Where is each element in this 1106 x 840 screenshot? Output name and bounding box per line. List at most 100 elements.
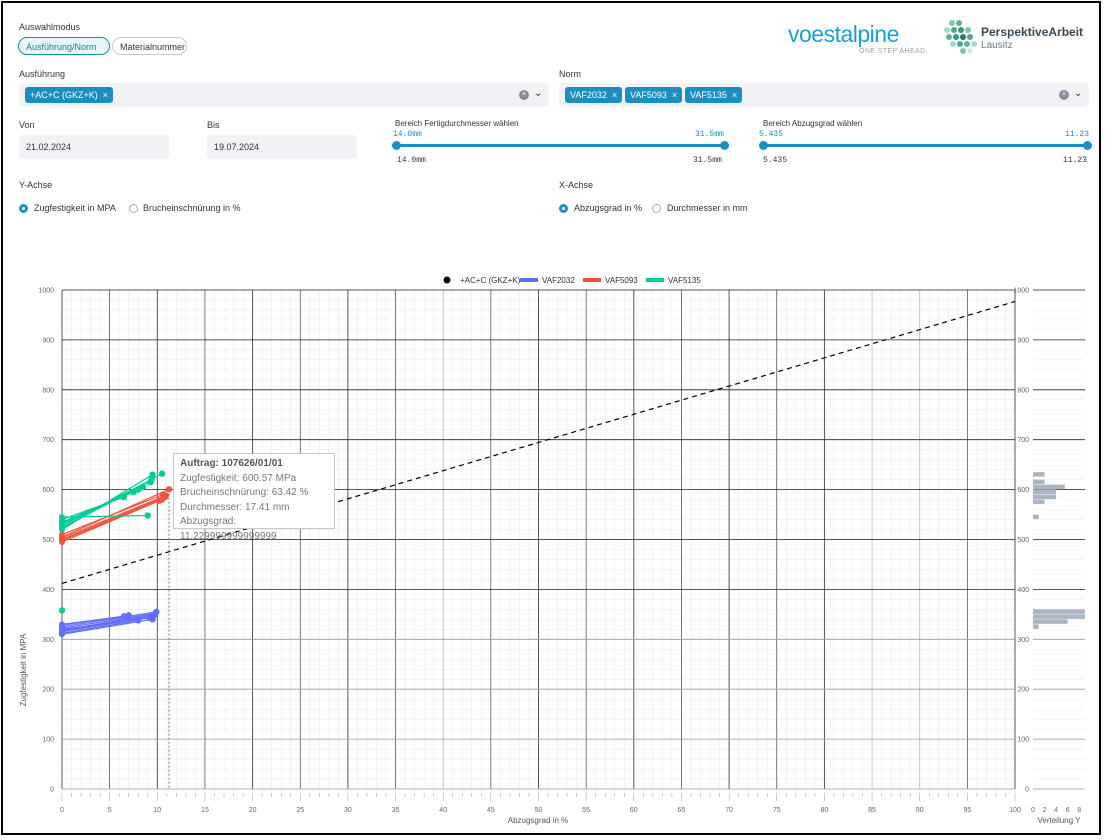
x-tick-label: 20 — [249, 807, 257, 814]
tooltip-line: Zugfestigkeit: 600.57 MPa — [180, 472, 297, 484]
diam-slider-max-handle[interactable] — [720, 141, 729, 150]
hist-y-tick-label: 200 — [1017, 687, 1029, 694]
abz-slider-max-handle[interactable] — [1083, 141, 1092, 150]
abz-range-min: 5.435 — [763, 156, 788, 165]
tab-materialnummer[interactable]: Materialnummer — [112, 37, 187, 55]
hist-x-tick-label: 2 — [1043, 807, 1047, 814]
diam-min-value: 14.0mm — [393, 130, 422, 139]
x-tick-label: 75 — [773, 807, 781, 814]
legend-marker[interactable] — [646, 278, 664, 282]
legend-label[interactable]: VAF5135 — [668, 276, 701, 285]
legend-label[interactable]: VAF2032 — [542, 276, 575, 285]
hist-y-tick-label: 0 — [1025, 787, 1029, 794]
hist-x-title: Verteilung Y — [1038, 816, 1082, 825]
hist-y-tick-label: 800 — [1017, 387, 1029, 394]
von-date-input[interactable]: 21.02.2024 — [19, 135, 169, 159]
diam-slider-track[interactable] — [396, 144, 726, 147]
hist-y-tick-label: 300 — [1017, 637, 1029, 644]
legend-label[interactable]: +AC+C (GKZ+K) — [460, 276, 521, 285]
x-axis-label: X-Achse — [559, 180, 594, 190]
series-point-vaf5093[interactable] — [162, 492, 170, 499]
legend-marker[interactable] — [520, 278, 538, 282]
chevron-down-icon[interactable]: ⌄ — [534, 88, 542, 99]
x-tick-label: 85 — [868, 807, 876, 814]
chip-vaf5135[interactable]: VAF5135 × — [685, 87, 743, 103]
radio-x-abzugsgrad[interactable] — [559, 204, 568, 213]
hist-bar — [1033, 479, 1045, 485]
chip-remove-icon[interactable]: × — [732, 90, 737, 100]
x-tick-label: 0 — [60, 807, 64, 814]
hist-bar — [1033, 609, 1085, 614]
legend-label[interactable]: VAF5093 — [605, 276, 638, 285]
hist-y-tick-label: 900 — [1017, 337, 1029, 344]
chevron-down-icon[interactable]: ⌄ — [1074, 88, 1082, 99]
chip-vaf2032[interactable]: VAF2032 × — [565, 87, 623, 103]
series-point-vaf5093[interactable] — [156, 497, 163, 504]
series-point-vaf5135[interactable] — [120, 493, 128, 501]
chip-vaf5093[interactable]: VAF5093 × — [625, 87, 683, 103]
x-tick-label: 35 — [392, 807, 400, 814]
series-point-vaf5135[interactable] — [144, 512, 151, 519]
voestalpine-logo: voestalpine — [788, 21, 899, 47]
legend-marker — [443, 276, 451, 284]
hist-x-tick-label: 8 — [1077, 807, 1081, 814]
bis-date-input[interactable]: 19.07.2024 — [207, 135, 357, 159]
series-point-vaf5135[interactable] — [135, 486, 142, 493]
norm-select[interactable]: VAF2032 × VAF5093 × VAF5135 × × ⌄ — [559, 83, 1089, 107]
legend-marker[interactable] — [583, 278, 601, 282]
y-tick-label: 200 — [42, 687, 54, 694]
series-point-vaf5093[interactable] — [165, 486, 173, 493]
series-point-vaf5135[interactable] — [58, 607, 66, 614]
radio-x-durchmesser[interactable] — [652, 204, 661, 213]
diam-slider-min-handle[interactable] — [392, 141, 401, 150]
clear-icon[interactable]: × — [519, 90, 529, 100]
hist-bar — [1033, 499, 1045, 505]
hist-bar — [1033, 514, 1039, 520]
x-tick-label: 45 — [487, 807, 495, 814]
chip-remove-icon[interactable]: × — [103, 90, 108, 100]
series-point-vaf5135[interactable] — [158, 470, 166, 477]
diam-slider-label: Bereich Fertigdurchmesser wählen — [395, 119, 519, 128]
chip-label: VAF5093 — [630, 90, 667, 100]
abz-slider-track[interactable] — [763, 144, 1089, 147]
series-point-vaf2032[interactable] — [120, 613, 128, 620]
x-tick-label: 40 — [439, 807, 447, 814]
chip-ac-c[interactable]: +AC+C (GKZ+K) × — [25, 87, 114, 103]
y-tick-label: 300 — [42, 637, 54, 644]
norm-label: Norm — [559, 69, 581, 79]
series-point-vaf2032[interactable] — [135, 617, 142, 624]
x-tick-label: 5 — [108, 807, 112, 814]
series-point-vaf5093[interactable] — [59, 535, 65, 542]
series-point-vaf5135[interactable] — [59, 514, 65, 521]
radio-y-brucheinschnuerung[interactable] — [129, 204, 138, 213]
radio-y-zugfestigkeit[interactable] — [19, 204, 28, 213]
diam-max-value: 31.5mm — [695, 130, 724, 139]
y-axis-title: Zugfestigkeit in MPA — [19, 633, 28, 706]
series-line-vaf5093[interactable] — [61, 496, 166, 541]
radio-y-zugfestigkeit-label: Zugfestigkeit in MPA — [34, 203, 116, 213]
y-tick-label: 600 — [42, 487, 54, 494]
hist-bar — [1033, 489, 1057, 495]
series-point-vaf2032[interactable] — [150, 612, 157, 620]
x-tick-label: 50 — [535, 807, 543, 814]
chip-remove-icon[interactable]: × — [612, 90, 617, 100]
series-point-vaf5135[interactable] — [59, 520, 65, 527]
hist-x-tick-label: 4 — [1054, 807, 1058, 814]
series-point-vaf2032[interactable] — [59, 627, 65, 634]
plot-marks[interactable] — [58, 300, 1016, 789]
tab-ausfuehrung-norm[interactable]: Ausführung/Norm — [18, 37, 110, 55]
abz-slider-min-handle[interactable] — [759, 141, 768, 150]
hist-bar — [1033, 494, 1057, 500]
hist-bar — [1033, 614, 1085, 619]
tooltip-line: Abzugsgrad: 11.229999999999999 — [180, 516, 277, 542]
tooltip-line: Durchmesser: 17.41 mm — [180, 501, 290, 513]
scatter-chart[interactable]: +AC+C (GKZ+K) VAF2032 VAF5093 VAF5135 0 5 10 1… — [3, 265, 1103, 835]
voestalpine-tagline: ONE STEP AHEAD. — [859, 48, 928, 55]
diam-range-min: 14.0mm — [397, 156, 426, 165]
y-tick-label: 900 — [42, 337, 54, 344]
ausfuehrung-select[interactable]: +AC+C (GKZ+K) × × ⌄ — [19, 83, 549, 107]
hist-y-tick-label: 500 — [1017, 537, 1029, 544]
clear-icon[interactable]: × — [1059, 90, 1069, 100]
chip-remove-icon[interactable]: × — [672, 90, 677, 100]
series-point-vaf5135[interactable] — [148, 476, 155, 483]
